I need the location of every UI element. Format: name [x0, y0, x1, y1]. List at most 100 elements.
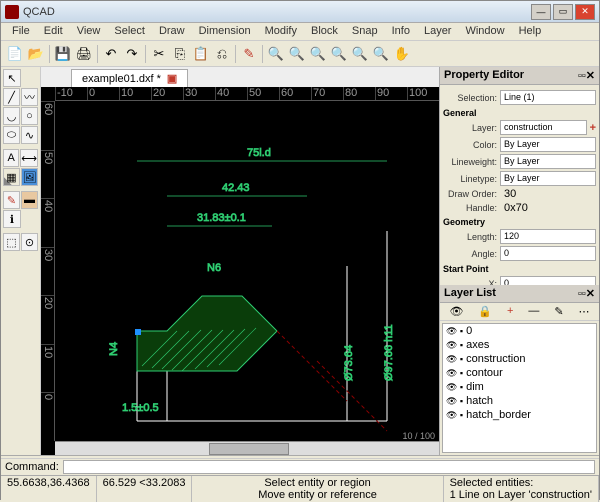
view-scale: 10 / 100	[402, 431, 435, 441]
linetype-dropdown[interactable]: By Layer	[500, 171, 596, 186]
menu-block[interactable]: Block	[304, 23, 345, 40]
close-button[interactable]: ✕	[575, 4, 595, 20]
selection-dropdown[interactable]: Line (1)	[500, 90, 596, 105]
drawing-area[interactable]: 75l.d 42.43 31.83±0.1 N6 N4 1.5±0.5 Ø73.…	[55, 101, 439, 441]
status-selection: Selected entities:1 Line on Layer 'const…	[444, 476, 599, 502]
menu-file[interactable]: File	[5, 23, 37, 40]
tab-close-icon[interactable]: ▣	[167, 72, 177, 85]
zoom-in-icon[interactable]: 🔍	[266, 44, 286, 64]
eye-icon[interactable]: 👁	[449, 305, 463, 318]
lineweight-dropdown[interactable]: By Layer	[500, 154, 596, 169]
dim-tool-icon[interactable]: ⟷	[20, 149, 38, 167]
svg-text:N4: N4	[108, 342, 120, 356]
edit-icon[interactable]: ✎	[554, 305, 563, 318]
tool-icon[interactable]: ⎌	[212, 44, 232, 64]
svg-text:31.83±0.1: 31.83±0.1	[197, 212, 246, 224]
open-icon[interactable]: 📂	[26, 44, 46, 64]
title-bar: QCAD — ▭ ✕	[1, 1, 599, 23]
zoom-out-icon[interactable]: 🔍	[287, 44, 307, 64]
new-icon[interactable]: 📄	[5, 44, 25, 64]
layer-list[interactable]: 👁 ▪ 0 👁 ▪ axes 👁 ▪ construction 👁 ▪ cont…	[442, 323, 597, 453]
menu-view[interactable]: View	[70, 23, 108, 40]
menu-snap[interactable]: Snap	[345, 23, 385, 40]
undo-icon[interactable]: ↶	[101, 44, 121, 64]
tab-example01[interactable]: example01.dxf * ▣	[71, 69, 188, 87]
zoom-prev-icon[interactable]: 🔍	[350, 44, 370, 64]
paste-icon[interactable]: 📋	[191, 44, 211, 64]
app-logo-icon	[5, 5, 19, 19]
layer-item[interactable]: 👁 ▪ contour	[443, 366, 596, 380]
lock-icon[interactable]: 🔒	[478, 305, 492, 318]
circle-tool-icon[interactable]: ○	[21, 107, 38, 125]
menu-bar: File Edit View Select Draw Dimension Mod…	[1, 23, 599, 41]
menu-help[interactable]: Help	[512, 23, 549, 40]
menu-select[interactable]: Select	[107, 23, 152, 40]
command-label: Command:	[5, 461, 59, 473]
pan-icon[interactable]: ✋	[392, 44, 412, 64]
save-icon[interactable]: 💾	[53, 44, 73, 64]
svg-text:42.43: 42.43	[222, 182, 250, 194]
menu-draw[interactable]: Draw	[152, 23, 192, 40]
layer-item[interactable]: 👁 ▪ hatch_border	[443, 408, 596, 422]
svg-text:N6: N6	[207, 262, 221, 274]
minimize-button[interactable]: —	[531, 4, 551, 20]
layer-list-header: Layer List▫▫✕	[440, 285, 599, 303]
color-dropdown[interactable]: By Layer	[500, 137, 596, 152]
spline-tool-icon[interactable]: ∿	[21, 126, 38, 144]
hatch-tool-icon[interactable]: ▦	[3, 168, 20, 186]
polyline-tool-icon[interactable]: 〰	[21, 88, 38, 106]
ellipse-tool-icon[interactable]: ⬭	[3, 126, 20, 144]
menu-modify[interactable]: Modify	[258, 23, 304, 40]
zoom-win-icon[interactable]: 🔍	[371, 44, 391, 64]
zoom-sel-icon[interactable]: 🔍	[329, 44, 349, 64]
snap-tool-icon[interactable]: ⊙	[21, 233, 38, 251]
zoom-auto-icon[interactable]: 🔍	[308, 44, 328, 64]
layer-item[interactable]: 👁 ▪ hatch	[443, 394, 596, 408]
text-tool-icon[interactable]: A	[3, 149, 19, 167]
layer-dropdown[interactable]: construction	[500, 120, 587, 135]
pencil-icon[interactable]: ✎	[239, 44, 259, 64]
length-field[interactable]: 120	[500, 229, 596, 244]
more-icon[interactable]: ⋯	[578, 305, 589, 318]
panel-controls-icon[interactable]: ▫▫✕	[578, 69, 595, 82]
erase-tool-icon[interactable]: ▬	[21, 191, 38, 209]
remove-icon[interactable]: —	[528, 305, 539, 318]
angle-field[interactable]: 0	[500, 246, 596, 261]
print-icon[interactable]: 🖨	[74, 44, 94, 64]
tab-label: example01.dxf *	[82, 73, 161, 85]
arc-tool-icon[interactable]: ◡	[3, 107, 20, 125]
redo-icon[interactable]: ↷	[122, 44, 142, 64]
block-tool-icon[interactable]: ⬚	[3, 233, 20, 251]
add-icon[interactable]: +	[507, 305, 513, 318]
layer-item[interactable]: 👁 ▪ construction	[443, 352, 596, 366]
layer-item[interactable]: 👁 ▪ dim	[443, 380, 596, 394]
command-line: Command:	[1, 458, 599, 475]
scrollbar-horizontal[interactable]	[55, 441, 439, 455]
draworder-value: 30	[500, 188, 516, 200]
svg-text:Ø73.64: Ø73.64	[343, 345, 355, 381]
menu-layer[interactable]: Layer	[417, 23, 459, 40]
svg-text:75l.d: 75l.d	[247, 147, 271, 159]
layer-item[interactable]: 👁 ▪ 0	[443, 324, 596, 338]
layer-item[interactable]: 👁 ▪ axes	[443, 338, 596, 352]
maximize-button[interactable]: ▭	[553, 4, 573, 20]
menu-edit[interactable]: Edit	[37, 23, 70, 40]
modify-tool-icon[interactable]: ✎	[3, 191, 20, 209]
line-tool-icon[interactable]: ╱	[3, 88, 20, 106]
pointer-tool-icon[interactable]: ↖	[3, 69, 21, 87]
scroll-thumb[interactable]	[209, 443, 289, 455]
menu-dimension[interactable]: Dimension	[192, 23, 258, 40]
menu-window[interactable]: Window	[458, 23, 511, 40]
panel-controls-icon[interactable]: ▫▫✕	[578, 287, 595, 300]
add-layer-icon[interactable]: +	[590, 122, 596, 134]
command-input[interactable]	[63, 460, 595, 474]
copy-icon[interactable]: ⎘	[170, 44, 190, 64]
menu-info[interactable]: Info	[385, 23, 417, 40]
start-x-field[interactable]: 0	[500, 276, 596, 285]
cut-icon[interactable]: ✂	[149, 44, 169, 64]
ruler-horizontal: -100102030405060708090100	[55, 87, 439, 101]
info-tool-icon[interactable]: ℹ	[3, 210, 21, 228]
drawing-canvas[interactable]: -100102030405060708090100 0102030405060	[41, 87, 439, 455]
image-tool-icon[interactable]: 🖼	[21, 168, 38, 186]
coord-relative: 66.529 <33.2083	[97, 476, 193, 502]
